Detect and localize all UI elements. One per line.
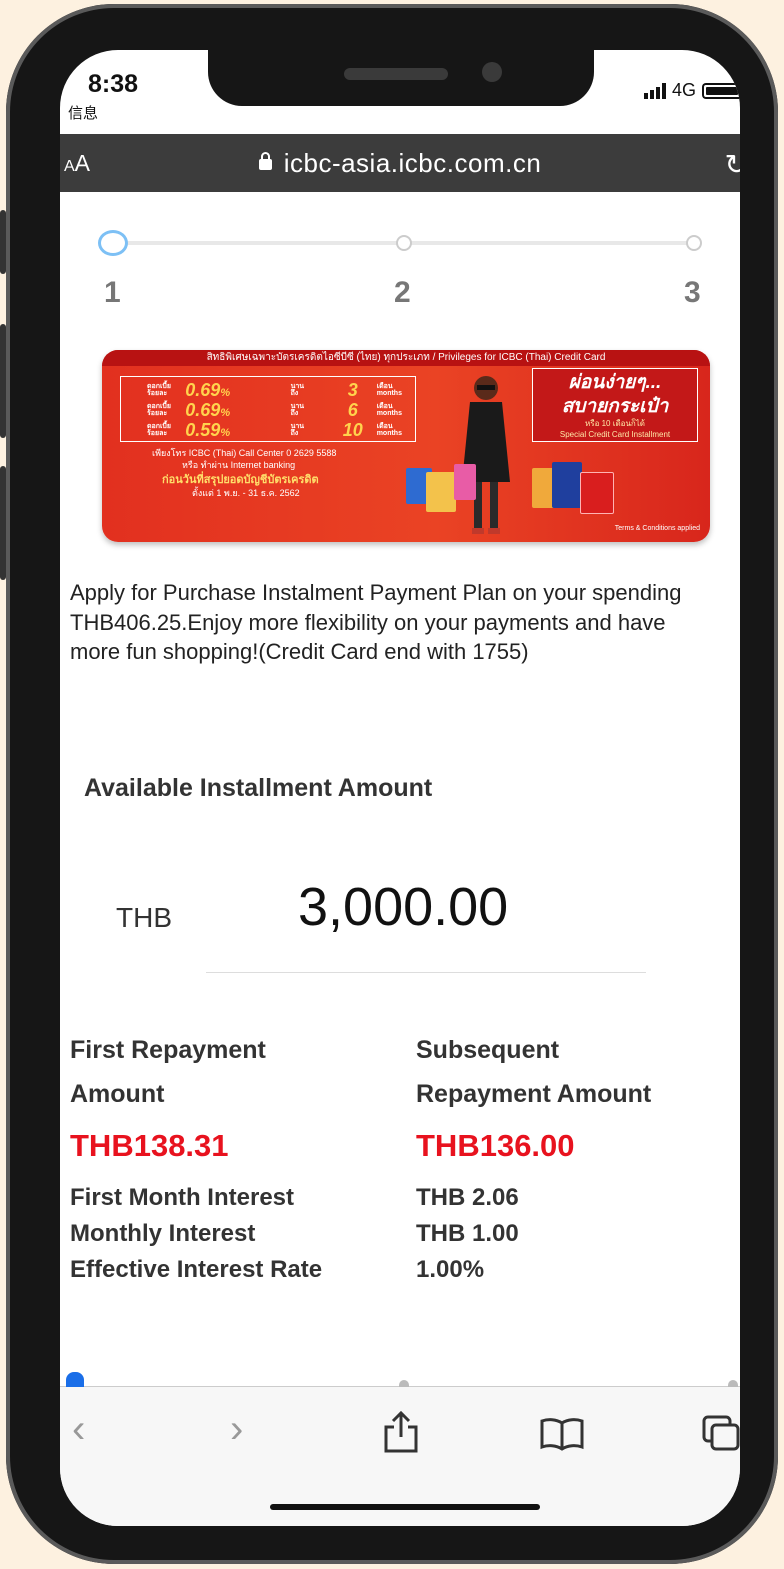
- promo-box: ผ่อนง่ายๆ... สบายกระเป๋า หรือ 10 เดือนก็…: [532, 368, 698, 442]
- reload-icon[interactable]: ↻: [725, 148, 740, 181]
- lock-icon: [258, 152, 272, 170]
- volume-down-button: [0, 466, 6, 580]
- step-1-label: 1: [104, 276, 121, 309]
- front-camera: [482, 62, 502, 82]
- amount-underline: [206, 972, 646, 973]
- rate-value: 0.69%: [185, 399, 231, 420]
- step-1-dot: [98, 230, 128, 256]
- subsequent-repayment-title-line1: Subsequent: [416, 1036, 560, 1064]
- back-chevron-icon[interactable]: ‹: [72, 1407, 85, 1452]
- promo-en: Special Credit Card Installment: [559, 430, 671, 439]
- first-month-interest-value: THB 2.06: [416, 1184, 519, 1211]
- banner-header: สิทธิพิเศษเฉพาะบัตรเครดิตไอซีบีซี (ไทย) …: [102, 350, 710, 366]
- installment-amount-input[interactable]: 3,000.00: [298, 876, 508, 938]
- rate-value: 0.69%: [185, 379, 231, 400]
- signal-icon: [643, 82, 666, 99]
- promo-title-2: สบายกระเป๋า: [561, 396, 669, 417]
- step-3-label: 3: [684, 276, 701, 309]
- notch: [208, 50, 594, 106]
- phone-frame: 8:38 信息 4G AA icbc-asia.icbc.com.cn ↻ 1 …: [0, 4, 778, 1564]
- rate-months: 10: [342, 419, 363, 440]
- first-repayment-title-line2: Amount: [70, 1080, 165, 1108]
- speaker: [344, 68, 448, 80]
- step-2-label: 2: [394, 276, 411, 309]
- rate-row: ดอกเบี้ย ร้อยละ 0.59% นาน ถึง 10 เดือน months: [147, 419, 402, 440]
- shopping-bag-yellow: [426, 472, 456, 512]
- available-amount-title: Available Installment Amount: [84, 774, 433, 802]
- step-3-dot: [686, 235, 702, 251]
- status-indicators: 4G: [643, 80, 740, 101]
- rate-months: 3: [347, 379, 358, 400]
- first-repayment-title: First Repayment Amount: [70, 1028, 266, 1116]
- shopper-illustration: [462, 376, 510, 534]
- shopping-bag-pink: [454, 464, 476, 500]
- rate-value: 0.59%: [185, 419, 231, 440]
- rate-row: ดอกเบี้ย ร้อยละ 0.69% นาน ถึง 3 เดือน months: [147, 379, 402, 400]
- volume-up-button: [0, 324, 6, 438]
- battery-icon: [702, 82, 740, 99]
- plan-description: Apply for Purchase Instalment Payment Pl…: [70, 580, 682, 664]
- effective-rate-value: 1.00%: [416, 1256, 485, 1283]
- effective-rate-label: Effective Interest Rate: [70, 1256, 323, 1283]
- banner-period: ตั้งแต่ 1 พ.ย. - 31 ธ.ค. 2562: [192, 488, 300, 498]
- network-type: 4G: [671, 80, 696, 100]
- banner-terms: Terms & Conditions applied: [614, 525, 700, 532]
- subsequent-repayment-title-line2: Repayment Amount: [416, 1080, 652, 1108]
- first-month-interest-label: First Month Interest: [70, 1184, 295, 1211]
- promo-sub: หรือ 10 เดือนก็ได้: [585, 419, 645, 428]
- status-time: 8:38: [88, 70, 139, 98]
- amount-currency: THB: [116, 902, 172, 933]
- bookmarks-icon[interactable]: [540, 1417, 584, 1451]
- promo-title: ผ่อนง่ายๆ...: [568, 372, 662, 393]
- monthly-interest-value: THB 1.00: [416, 1220, 519, 1247]
- shopping-bag-red: [580, 472, 614, 514]
- share-icon[interactable]: [382, 1409, 420, 1453]
- phone-screen: 8:38 信息 4G AA icbc-asia.icbc.com.cn ↻ 1 …: [60, 50, 740, 1526]
- browser-address-bar[interactable]: AA icbc-asia.icbc.com.cn ↻: [60, 134, 740, 192]
- shopping-bag-navy: [552, 462, 582, 508]
- term-slider-handle[interactable]: [66, 1372, 84, 1388]
- forward-chevron-icon[interactable]: ›: [230, 1407, 243, 1452]
- rate-row: ดอกเบี้ย ร้อยละ 0.69% นาน ถึง 6 เดือน months: [147, 399, 402, 420]
- subsequent-repayment-title: Subsequent Repayment Amount: [416, 1028, 651, 1116]
- first-repayment-title-line1: First Repayment: [70, 1036, 266, 1064]
- step-2-dot: [396, 235, 412, 251]
- mute-switch: [0, 210, 6, 274]
- subsequent-repayment-amount: THB136.00: [416, 1128, 575, 1163]
- back-to-app-link[interactable]: 信息: [68, 102, 98, 123]
- tabs-icon[interactable]: [700, 1413, 740, 1453]
- rate-months: 6: [347, 399, 358, 420]
- first-repayment-amount: THB138.31: [70, 1128, 229, 1163]
- rates-box: ดอกเบี้ย ร้อยละ 0.69% นาน ถึง 3 เดือน months ด…: [120, 376, 416, 442]
- home-indicator[interactable]: [270, 1504, 540, 1510]
- url-text: icbc-asia.icbc.com.cn: [283, 148, 542, 178]
- promo-banner: สิทธิพิเศษเฉพาะบัตรเครดิตไอซีบีซี (ไทย) …: [102, 350, 710, 542]
- url-field[interactable]: icbc-asia.icbc.com.cn: [60, 148, 740, 179]
- monthly-interest-label: Monthly Interest: [70, 1220, 256, 1247]
